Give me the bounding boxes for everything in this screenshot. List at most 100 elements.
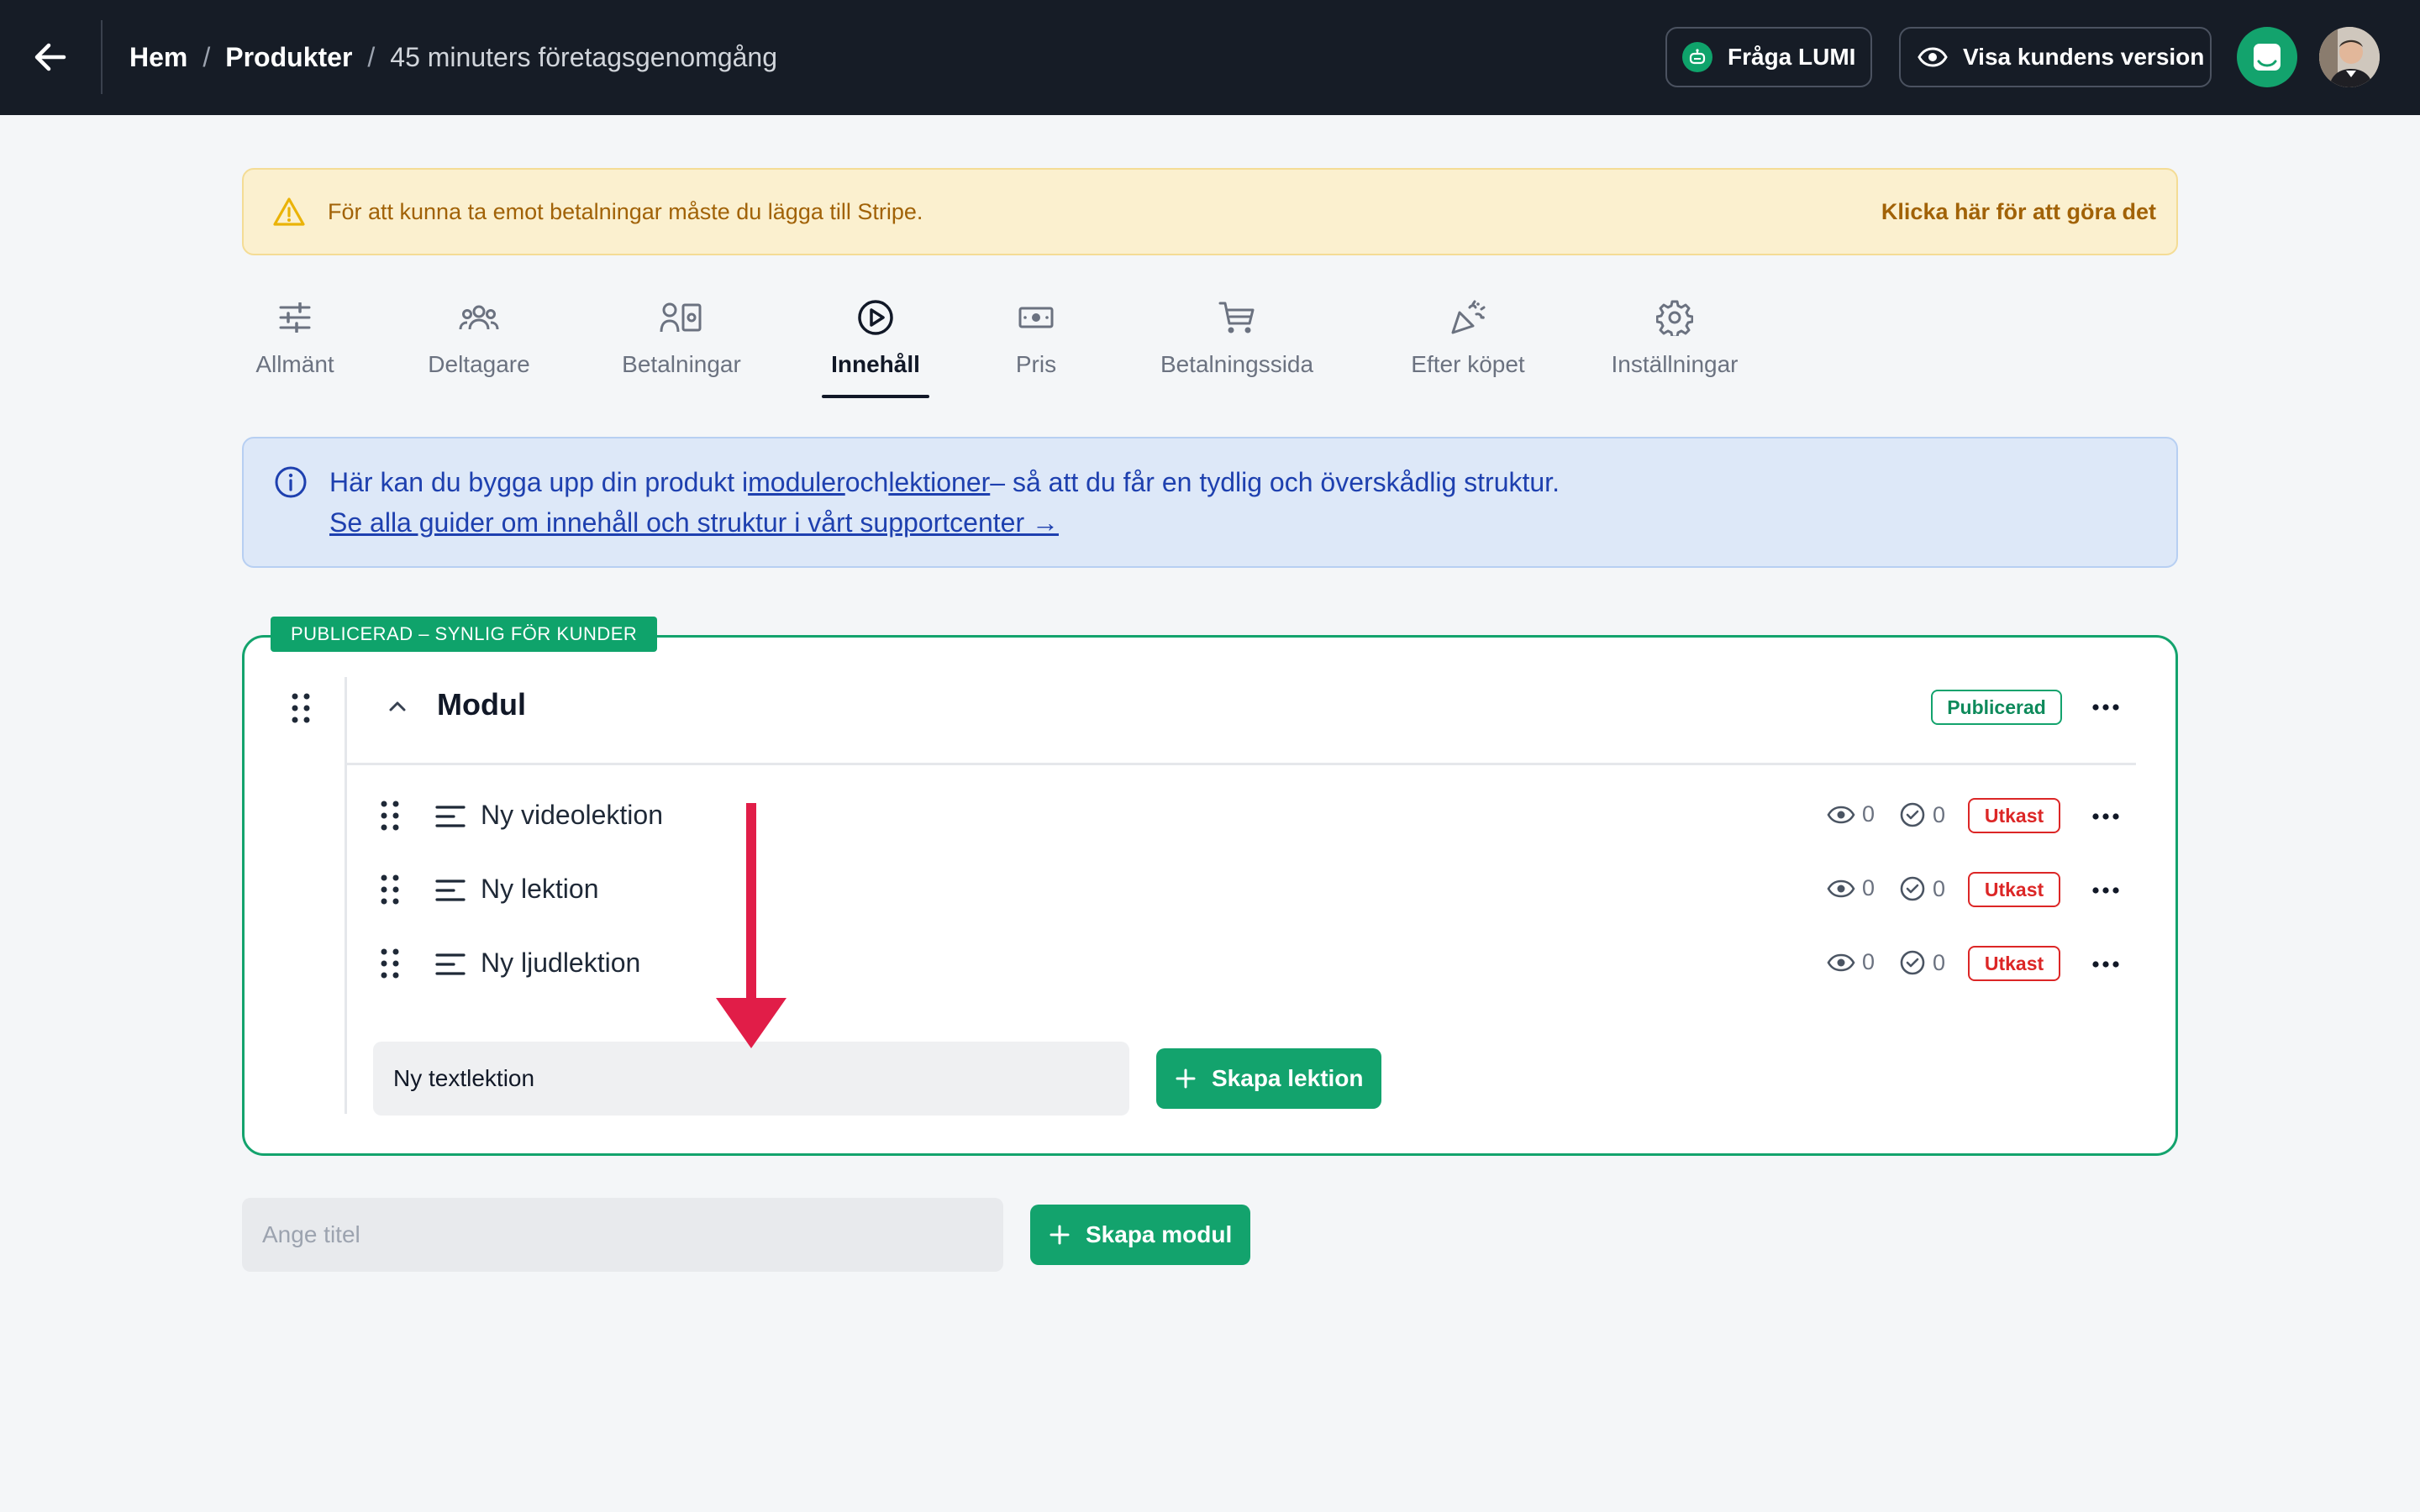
lesson-title[interactable]: Ny lektion [481, 874, 599, 905]
tab-label: Allmänt [255, 351, 334, 377]
check-circle-icon [1900, 802, 1925, 827]
create-lesson-button[interactable]: Skapa lektion [1156, 1048, 1381, 1109]
views-count: 0 [1862, 801, 1876, 827]
text-lines-icon [435, 805, 466, 828]
topbar-divider [101, 20, 103, 94]
completions-count: 0 [1933, 801, 1946, 827]
plus-icon [1049, 1224, 1071, 1246]
tab-label: Pris [1015, 351, 1057, 377]
lesson-drag-handle-icon[interactable] [380, 948, 400, 979]
tab-checkout-page[interactable]: Betalningssida [1155, 294, 1319, 398]
module-header-divider [345, 763, 2136, 765]
lesson-views: 0 [1827, 949, 1875, 975]
tab-label: Inställningar [1611, 351, 1739, 377]
info-and: och [844, 467, 889, 497]
create-module-button[interactable]: Skapa modul [1030, 1205, 1250, 1265]
tab-after-purchase[interactable]: Efter köpet [1398, 294, 1538, 398]
lesson-more-icon[interactable] [2089, 800, 2123, 833]
tab-label: Betalningar [622, 351, 741, 377]
eye-icon [1827, 879, 1855, 897]
tab-label: Innehåll [831, 351, 920, 377]
tab-participants[interactable]: Deltagare [425, 294, 533, 398]
breadcrumb-home[interactable]: Hem [129, 42, 187, 73]
customer-view-label: Visa kundens version [1963, 44, 2205, 70]
check-circle-icon [1900, 950, 1925, 975]
tab-general[interactable]: Allmänt [242, 294, 348, 398]
lesson-completions: 0 [1899, 949, 1945, 976]
create-module-label: Skapa modul [1086, 1221, 1233, 1247]
plus-icon [1175, 1068, 1197, 1089]
alert-message: För att kunna ta emot betalningar måste … [328, 198, 923, 224]
breadcrumb-products[interactable]: Produkter [225, 42, 352, 73]
tab-label: Betalningssida [1160, 351, 1314, 377]
ask-lumi-button[interactable]: Fråga LUMI [1665, 27, 1872, 87]
new-module-title-input[interactable] [242, 1198, 1003, 1272]
users-icon [459, 294, 499, 341]
tab-content[interactable]: Innehåll [822, 294, 929, 398]
party-popper-icon [1449, 294, 1486, 341]
info-prefix: Här kan du bygga upp din produkt i [329, 467, 749, 497]
module-more-icon[interactable] [2089, 690, 2123, 724]
text-lines-icon [435, 953, 466, 976]
tab-label: Deltagare [428, 351, 530, 377]
cart-icon [1218, 294, 1255, 341]
lesson-completions: 0 [1899, 875, 1945, 902]
text-lines-icon [435, 879, 466, 902]
warning-icon [272, 197, 306, 227]
tab-price[interactable]: Pris [1007, 294, 1065, 398]
breadcrumb-separator: / [367, 42, 376, 72]
lesson-drag-handle-icon[interactable] [380, 800, 400, 832]
info-text: Här kan du bygga upp din produkt imodule… [329, 467, 1560, 498]
robot-icon [1682, 42, 1712, 72]
payments-icon [660, 294, 703, 341]
lesson-more-icon[interactable] [2089, 948, 2123, 981]
module-drag-handle-icon[interactable] [291, 692, 311, 724]
lesson-status-badge: Utkast [1968, 872, 2060, 907]
lesson-title[interactable]: Ny ljudlektion [481, 948, 640, 979]
module-title[interactable]: Modul [437, 687, 526, 722]
tab-payments[interactable]: Betalningar [618, 294, 744, 398]
lesson-views: 0 [1827, 875, 1875, 901]
lesson-views: 0 [1827, 801, 1875, 827]
add-stripe-link[interactable]: Klicka här för att göra det [1881, 199, 2156, 225]
eye-icon [1827, 806, 1855, 823]
published-status-tag: PUBLICERAD – SYNLIG FÖR KUNDER [271, 617, 658, 652]
red-arrow-annotation [714, 803, 788, 1050]
gear-icon [1656, 294, 1693, 341]
lessons-link[interactable]: lektioner [888, 467, 990, 497]
views-count: 0 [1862, 949, 1876, 974]
ask-lumi-label: Fråga LUMI [1728, 44, 1856, 70]
info-icon [274, 465, 308, 499]
breadcrumb: Hem / Produkter / 45 minuters företagsge… [129, 0, 777, 115]
tab-label: Efter köpet [1411, 351, 1525, 377]
eye-icon [1918, 47, 1948, 67]
breadcrumb-separator: / [203, 42, 211, 72]
new-lesson-title-input[interactable] [373, 1042, 1129, 1116]
module-divider [345, 677, 347, 1114]
inbox-icon[interactable] [2237, 27, 2297, 87]
back-arrow-icon[interactable] [30, 37, 71, 77]
lesson-more-icon[interactable] [2089, 874, 2123, 907]
avatar[interactable] [2319, 27, 2380, 87]
chevron-up-icon[interactable] [383, 692, 412, 721]
create-lesson-label: Skapa lektion [1212, 1065, 1364, 1091]
breadcrumb-current: 45 minuters företagsgenomgång [390, 42, 778, 72]
sliders-icon [278, 294, 312, 341]
lesson-status-badge: Utkast [1968, 946, 2060, 981]
info-suffix: – så att du får en tydlig och överskådli… [990, 467, 1560, 497]
modules-link[interactable]: moduler [748, 467, 845, 497]
support-guide-link[interactable]: Se alla guider om innehåll och struktur … [329, 507, 1059, 538]
lesson-completions: 0 [1899, 801, 1945, 828]
stripe-warning-banner: För att kunna ta emot betalningar måste … [242, 168, 2178, 255]
views-count: 0 [1862, 875, 1876, 900]
lesson-drag-handle-icon[interactable] [380, 874, 400, 906]
completions-count: 0 [1933, 875, 1946, 901]
lesson-title[interactable]: Ny videolektion [481, 800, 663, 831]
top-bar: Hem / Produkter / 45 minuters företagsge… [0, 0, 2420, 115]
check-circle-icon [1900, 876, 1925, 901]
completions-count: 0 [1933, 949, 1946, 975]
customer-view-button[interactable]: Visa kundens version [1899, 27, 2212, 87]
tab-settings[interactable]: Inställningar [1605, 294, 1744, 398]
play-circle-icon [857, 294, 894, 341]
money-icon [1018, 294, 1054, 341]
